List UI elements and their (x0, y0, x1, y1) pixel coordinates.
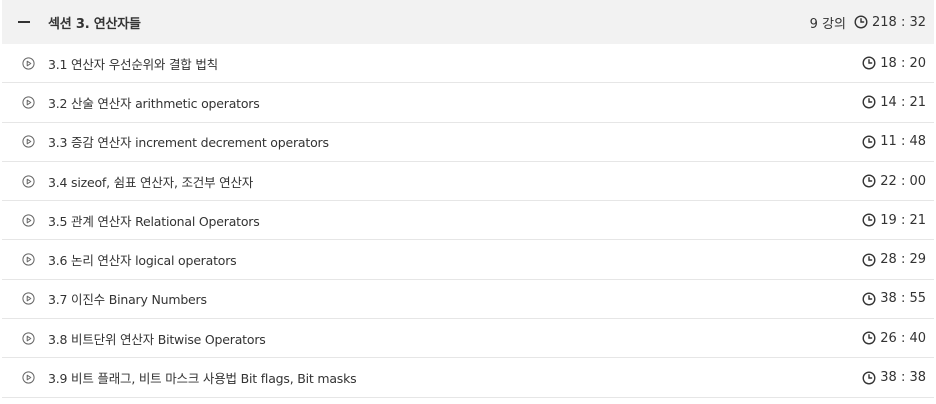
curriculum-section: 섹션 3. 연산자들 9 강의 218 : 32 3.1 연산자 우선순위와 결… (2, 0, 934, 398)
duration-text: 11 : 48 (880, 134, 926, 150)
duration-text: 19 : 21 (880, 212, 926, 228)
section-title: 섹션 3. 연산자들 (48, 16, 141, 32)
lecture-duration: 19 : 21 (862, 213, 926, 228)
lecture-row[interactable]: 3.6 논리 연산자 logical operators 28 : 29 (2, 240, 934, 280)
duration-text: 38 : 38 (880, 370, 926, 386)
lecture-title: 3.8 비트단위 연산자 Bitwise Operators (48, 331, 266, 347)
lecture-row[interactable]: 3.8 비트단위 연산자 Bitwise Operators 26 : 40 (2, 319, 934, 359)
clock-icon (862, 371, 876, 385)
clock-icon (862, 213, 876, 227)
clock-icon (854, 15, 868, 29)
lecture-title: 3.6 논리 연산자 logical operators (48, 253, 237, 269)
clock-icon (862, 253, 876, 267)
duration-text: 14 : 21 (880, 94, 926, 110)
total-duration: 218 : 32 (872, 14, 926, 30)
lecture-duration: 28 : 29 (862, 252, 926, 267)
duration-text: 28 : 29 (880, 252, 926, 268)
lecture-title: 3.9 비트 플래그, 비트 마스크 사용법 Bit flags, Bit ma… (48, 371, 357, 387)
play-circle-icon (22, 174, 35, 188)
lecture-duration: 14 : 21 (862, 95, 926, 110)
play-circle-icon (22, 135, 35, 148)
lecture-row[interactable]: 3.2 산술 연산자 arithmetic operators 14 : 21 (2, 83, 934, 123)
play-circle-icon (22, 332, 35, 345)
lecture-row[interactable]: 3.3 증감 연산자 increment decrement operators… (2, 123, 934, 162)
section-header[interactable]: 섹션 3. 연산자들 9 강의 218 : 32 (2, 0, 934, 44)
lecture-duration: 11 : 48 (862, 134, 926, 149)
lecture-title: 3.3 증감 연산자 increment decrement operators (48, 135, 329, 151)
lecture-duration: 38 : 38 (862, 370, 926, 385)
duration-text: 18 : 20 (880, 55, 926, 71)
lecture-title: 3.4 sizeof, 쉼표 연산자, 조건부 연산자 (48, 174, 254, 190)
duration-text: 22 : 00 (880, 173, 926, 189)
clock-icon (862, 174, 876, 188)
minus-icon[interactable] (18, 21, 30, 23)
clock-icon (862, 331, 876, 345)
lecture-row[interactable]: 3.5 관계 연산자 Relational Operators 19 : 21 (2, 201, 934, 241)
play-circle-icon (22, 96, 35, 109)
play-circle-icon (22, 214, 35, 227)
clock-icon (862, 56, 876, 70)
lecture-duration: 26 : 40 (862, 331, 926, 346)
lecture-title: 3.7 이진수 Binary Numbers (48, 292, 207, 308)
clock-icon (862, 95, 876, 109)
lecture-duration: 22 : 00 (862, 174, 926, 189)
lecture-title: 3.5 관계 연산자 Relational Operators (48, 213, 260, 229)
clock-icon (862, 292, 876, 306)
lecture-row[interactable]: 3.7 이진수 Binary Numbers 38 : 55 (2, 280, 934, 320)
lecture-row[interactable]: 3.9 비트 플래그, 비트 마스크 사용법 Bit flags, Bit ma… (2, 358, 934, 398)
duration-text: 38 : 55 (880, 291, 926, 307)
lecture-duration: 38 : 55 (862, 291, 926, 306)
play-circle-icon (22, 57, 35, 70)
lecture-row[interactable]: 3.4 sizeof, 쉼표 연산자, 조건부 연산자 22 : 00 (2, 162, 934, 202)
lecture-title: 3.1 연산자 우선순위와 결합 법칙 (48, 56, 218, 72)
clock-icon (862, 135, 876, 149)
play-circle-icon (22, 253, 35, 266)
lecture-list: 3.1 연산자 우선순위와 결합 법칙 18 : 20 3.2 산술 연산자 a… (2, 44, 934, 398)
lecture-title: 3.2 산술 연산자 arithmetic operators (48, 95, 260, 111)
lecture-row[interactable]: 3.1 연산자 우선순위와 결합 법칙 18 : 20 (2, 44, 934, 84)
lecture-duration: 18 : 20 (862, 56, 926, 71)
section-meta: 9 강의 218 : 32 (810, 13, 926, 32)
play-circle-icon (22, 371, 35, 384)
lecture-count: 9 강의 (809, 16, 846, 32)
play-circle-icon (22, 292, 35, 306)
duration-text: 26 : 40 (880, 330, 926, 346)
